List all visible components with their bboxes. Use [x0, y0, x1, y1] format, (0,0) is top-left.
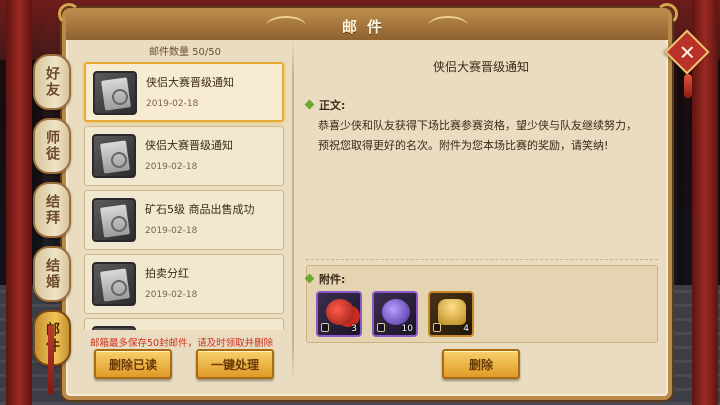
mail-envelope-icon — [92, 198, 136, 242]
tab-sworn-siblings[interactable]: 结拜 — [33, 182, 71, 238]
item-count: 4 — [463, 324, 469, 334]
mail-date: 2019-02-18 — [145, 226, 198, 236]
mail-item[interactable] — [84, 318, 284, 330]
lock-icon — [433, 323, 441, 332]
tab-marriage[interactable]: 结婚 — [33, 246, 71, 302]
mail-subject: 侠侣大赛晋级通知 — [145, 139, 233, 152]
mail-body-text: 恭喜少侠和队友获得下场比赛参赛资格，望少侠与队友继续努力，预祝您取得更好的名次。… — [318, 119, 637, 152]
title-ornament — [266, 16, 306, 36]
lock-icon — [377, 323, 385, 332]
window-title: 邮件 — [341, 17, 392, 36]
mail-item[interactable]: 侠侣大赛晋级通知 2019-02-18 — [84, 126, 284, 186]
body-label: 正文: — [319, 99, 346, 112]
corner-ornament — [656, 3, 678, 25]
pane-divider — [292, 40, 294, 380]
attachment-slot[interactable]: 10 — [372, 291, 418, 337]
mail-date: 2019-02-18 — [145, 162, 198, 172]
mail-date: 2019-02-18 — [146, 99, 199, 109]
gold-ingot-icon — [438, 299, 466, 325]
close-icon: ✕ — [678, 39, 696, 64]
diamond-bullet-icon — [304, 273, 315, 284]
tab-label: 师徒 — [44, 130, 60, 162]
one-click-process-button[interactable]: 一键处理 — [196, 349, 274, 379]
close-tassel — [684, 74, 692, 98]
mail-subject: 拍卖分红 — [145, 267, 189, 280]
mail-list[interactable]: 侠侣大赛晋级通知 2019-02-18 侠侣大赛晋级通知 2019-02-18 … — [82, 62, 288, 330]
mail-subject: 矿石5级 商品出售成功 — [145, 203, 255, 216]
background-pillar — [6, 0, 32, 405]
tab-friends[interactable]: 好友 — [33, 54, 71, 110]
corner-ornament — [58, 3, 80, 25]
attachment-slot[interactable]: 4 — [428, 291, 474, 337]
mail-envelope-icon — [92, 262, 136, 306]
mail-envelope-icon — [92, 134, 136, 178]
mail-item[interactable]: 矿石5级 商品出售成功 2019-02-18 — [84, 190, 284, 250]
delete-read-button[interactable]: 删除已读 — [94, 349, 172, 379]
mail-date: 2019-02-18 — [145, 290, 198, 300]
tab-label: 好友 — [44, 66, 60, 98]
mail-envelope-icon — [92, 326, 136, 330]
mail-count: 邮件数量 50/50 — [149, 47, 221, 58]
attachments-label: 附件: — [319, 273, 346, 286]
item-count: 3 — [351, 324, 357, 334]
tab-tassel — [48, 325, 54, 395]
mail-body-box — [306, 88, 658, 260]
diamond-bullet-icon — [304, 99, 315, 110]
gem-item-icon — [382, 299, 410, 325]
lock-icon — [321, 323, 329, 332]
tab-master-disciple[interactable]: 师徒 — [33, 118, 71, 174]
mail-item[interactable]: 拍卖分红 2019-02-18 — [84, 254, 284, 314]
attachment-slot[interactable]: 3 — [316, 291, 362, 337]
storage-warning: 邮箱最多保存50封邮件，请及时领取并删除 — [90, 338, 274, 349]
title-bar: 邮件 — [66, 12, 668, 40]
attachments-section-label: 附件: — [304, 271, 346, 287]
body-section-label: 正文: — [304, 97, 346, 113]
item-count: 10 — [401, 324, 413, 334]
title-ornament — [428, 16, 468, 36]
mail-item[interactable]: 侠侣大赛晋级通知 2019-02-18 — [84, 62, 284, 122]
tab-label: 结拜 — [44, 194, 60, 226]
mail-subject: 侠侣大赛晋级通知 — [146, 76, 234, 89]
fruit-item-icon — [326, 299, 354, 325]
mail-title: 侠侣大赛晋级通知 — [432, 60, 529, 74]
mail-envelope-icon — [93, 71, 137, 115]
delete-button[interactable]: 删除 — [442, 349, 520, 379]
tab-label: 结婚 — [44, 258, 60, 290]
mail-list-area: 邮件数量 50/50 侠侣大赛晋级通知 2019-02-18 侠侣大赛晋级通知 … — [82, 40, 288, 332]
